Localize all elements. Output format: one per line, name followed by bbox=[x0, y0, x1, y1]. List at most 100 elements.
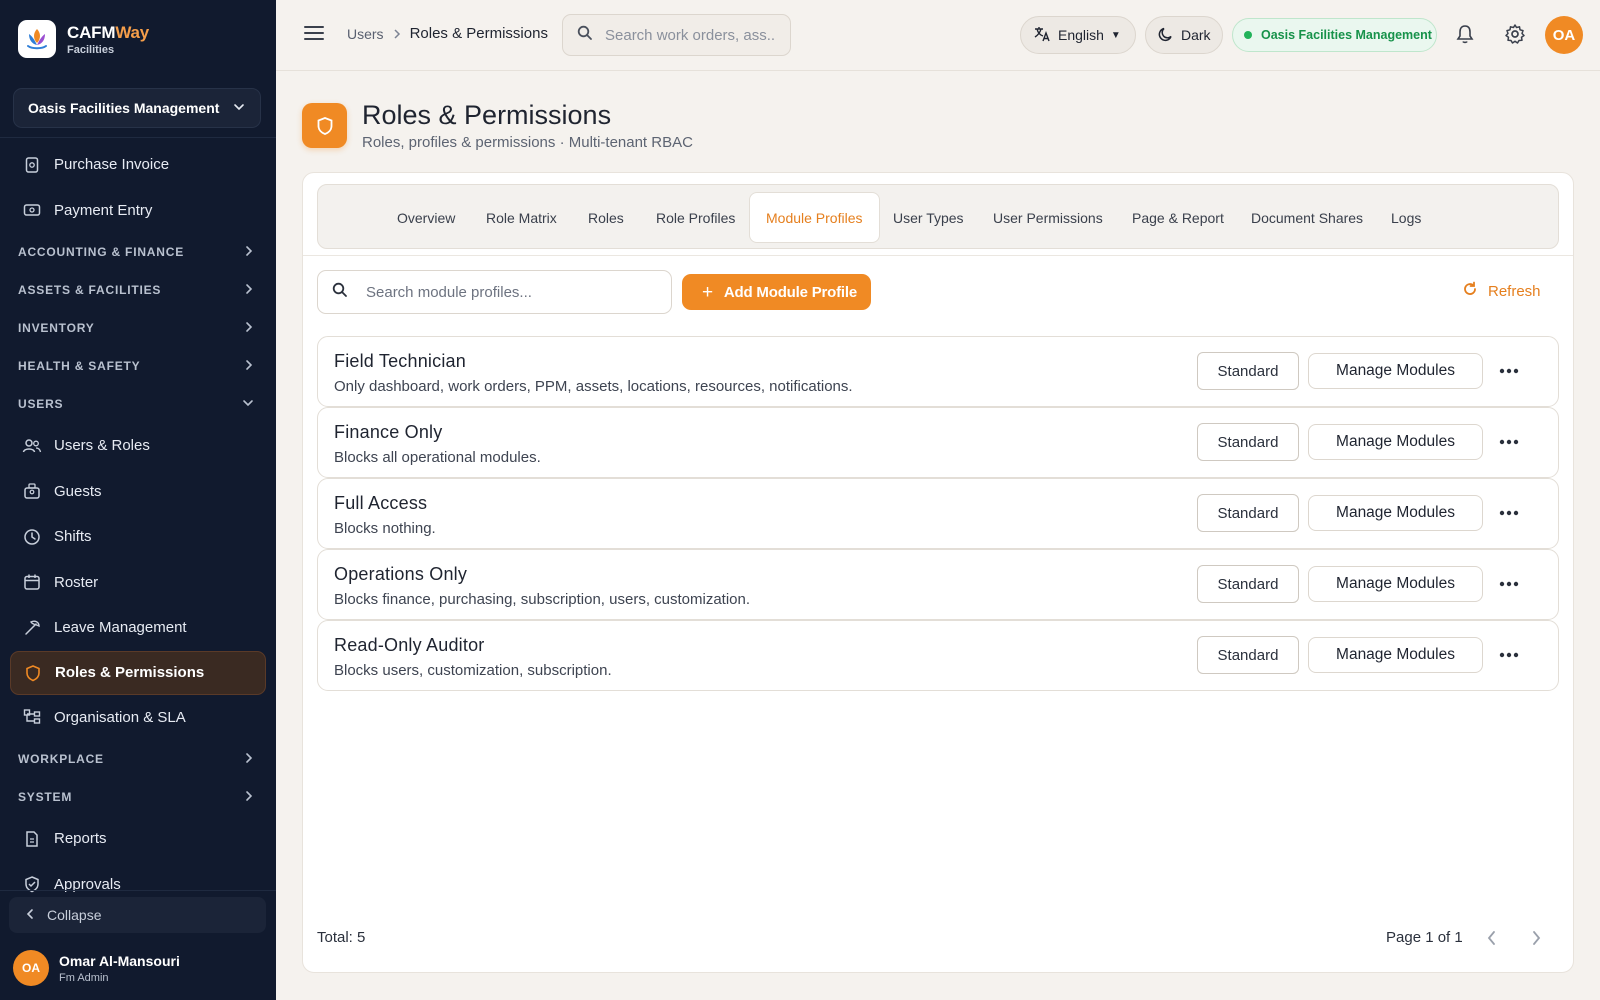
chevron-left-icon[interactable] bbox=[1486, 930, 1498, 951]
chevron-right-icon bbox=[244, 321, 254, 336]
caret-down-icon: ▼ bbox=[1110, 29, 1121, 41]
sidebar-group-label: USERS bbox=[18, 397, 64, 411]
sidebar-item-label: Roster bbox=[54, 573, 99, 591]
add-module-profile-label: Add Module Profile bbox=[723, 283, 857, 301]
brand[interactable]: CAFMWay Facilities bbox=[18, 20, 149, 58]
more-options-icon[interactable] bbox=[1496, 643, 1522, 667]
profile-description: Blocks finance, purchasing, subscription… bbox=[334, 591, 751, 608]
sidebar-group-label: INVENTORY bbox=[18, 321, 95, 335]
search-icon bbox=[332, 282, 348, 303]
org-selector-label: Oasis Facilities Management bbox=[28, 100, 220, 116]
bell-icon[interactable] bbox=[1456, 24, 1474, 49]
list-item[interactable]: Field Technician Only dashboard, work or… bbox=[317, 336, 1559, 407]
sidebar-group-health-safety[interactable]: HEALTH & SAFETY bbox=[0, 347, 276, 385]
user-name: Omar Al-Mansouri bbox=[59, 952, 180, 969]
theme-toggle[interactable]: Dark bbox=[1145, 16, 1223, 54]
tab-overview[interactable]: Overview bbox=[397, 192, 455, 243]
tab-document-shares[interactable]: Document Shares bbox=[1251, 192, 1363, 243]
more-options-icon[interactable] bbox=[1496, 359, 1522, 383]
manage-modules-button[interactable]: Manage Modules bbox=[1308, 566, 1483, 602]
approval-icon bbox=[22, 874, 42, 894]
standard-badge-button[interactable]: Standard bbox=[1197, 494, 1299, 532]
sidebar-item-purchase-invoice[interactable]: Purchase Invoice bbox=[0, 142, 276, 188]
sidebar-item-label: Payment Entry bbox=[54, 201, 153, 219]
list-item[interactable]: Finance Only Blocks all operational modu… bbox=[317, 407, 1559, 478]
tenant-badge[interactable]: Oasis Facilities Management bbox=[1232, 18, 1437, 52]
global-search-input[interactable] bbox=[605, 26, 775, 44]
list-item[interactable]: Operations Only Blocks finance, purchasi… bbox=[317, 549, 1559, 620]
tab-logs[interactable]: Logs bbox=[1391, 192, 1421, 243]
chevron-right-icon bbox=[244, 752, 254, 767]
sidebar-group-users[interactable]: USERS bbox=[0, 385, 276, 423]
menu-icon[interactable] bbox=[304, 24, 324, 47]
org-chart-icon bbox=[22, 707, 42, 727]
tab-page-report[interactable]: Page & Report bbox=[1132, 192, 1224, 243]
sidebar-group-label: ACCOUNTING & FINANCE bbox=[18, 245, 184, 259]
manage-modules-button[interactable]: Manage Modules bbox=[1308, 495, 1483, 531]
chevron-right-icon[interactable] bbox=[1530, 930, 1542, 951]
sidebar-group-inventory[interactable]: INVENTORY bbox=[0, 309, 276, 347]
collapse-button[interactable]: Collapse bbox=[9, 897, 266, 933]
sidebar-group-system[interactable]: SYSTEM bbox=[0, 778, 276, 816]
module-profile-search-input[interactable] bbox=[366, 283, 656, 301]
breadcrumb-link-users[interactable]: Users bbox=[347, 26, 384, 42]
sidebar-item-reports[interactable]: Reports bbox=[0, 816, 276, 862]
manage-modules-button[interactable]: Manage Modules bbox=[1308, 637, 1483, 673]
tab-user-permissions[interactable]: User Permissions bbox=[993, 192, 1103, 243]
sidebar-item-label: Users & Roles bbox=[54, 437, 150, 455]
search-icon bbox=[577, 25, 593, 46]
reports-icon bbox=[22, 829, 42, 849]
avatar: OA bbox=[13, 950, 49, 986]
invoice-icon bbox=[22, 155, 42, 175]
more-options-icon[interactable] bbox=[1496, 430, 1522, 454]
sidebar-group-assets-facilities[interactable]: ASSETS & FACILITIES bbox=[0, 271, 276, 309]
tab-role-matrix[interactable]: Role Matrix bbox=[486, 192, 557, 243]
manage-modules-button[interactable]: Manage Modules bbox=[1308, 424, 1483, 460]
profile-description: Blocks nothing. bbox=[334, 520, 436, 537]
sidebar-nav: Purchase Invoice Payment Entry ACCOUNTIN… bbox=[0, 142, 276, 907]
tenant-label: Oasis Facilities Management bbox=[1261, 28, 1432, 42]
total-count: Total: 5 bbox=[317, 929, 366, 946]
standard-badge-button[interactable]: Standard bbox=[1197, 423, 1299, 461]
org-selector[interactable]: Oasis Facilities Management bbox=[13, 88, 261, 128]
sidebar-item-roster[interactable]: Roster bbox=[0, 560, 276, 606]
leave-icon bbox=[22, 618, 42, 638]
tab-role-profiles[interactable]: Role Profiles bbox=[656, 192, 735, 243]
sidebar-group-accounting-finance[interactable]: ACCOUNTING & FINANCE bbox=[0, 233, 276, 271]
top-bar: Users Roles & Permissions English ▼ Dark… bbox=[276, 0, 1600, 71]
manage-modules-button[interactable]: Manage Modules bbox=[1308, 353, 1483, 389]
tab-roles[interactable]: Roles bbox=[588, 192, 624, 243]
module-profile-search[interactable] bbox=[317, 270, 672, 314]
profile-name: Full Access bbox=[334, 493, 428, 513]
standard-badge-button[interactable]: Standard bbox=[1197, 636, 1299, 674]
sidebar-item-organisation-sla[interactable]: Organisation & SLA bbox=[0, 695, 276, 741]
user-role: Fm Admin bbox=[59, 971, 109, 984]
user-profile[interactable]: OA Omar Al-Mansouri Fm Admin bbox=[13, 950, 180, 986]
more-options-icon[interactable] bbox=[1496, 572, 1522, 596]
sidebar-group-workplace[interactable]: WORKPLACE bbox=[0, 740, 276, 778]
profile-name: Field Technician bbox=[334, 351, 466, 371]
chevron-right-icon bbox=[244, 359, 254, 374]
sidebar-item-leave-management[interactable]: Leave Management bbox=[0, 605, 276, 651]
sidebar-item-payment-entry[interactable]: Payment Entry bbox=[0, 188, 276, 234]
chevron-right-icon bbox=[244, 245, 254, 260]
global-search[interactable] bbox=[562, 14, 791, 56]
standard-badge-button[interactable]: Standard bbox=[1197, 565, 1299, 603]
gear-icon[interactable] bbox=[1504, 23, 1526, 50]
language-selector[interactable]: English ▼ bbox=[1020, 16, 1136, 54]
sidebar-item-roles-permissions[interactable]: Roles & Permissions bbox=[10, 650, 266, 695]
more-options-icon[interactable] bbox=[1496, 501, 1522, 525]
list-item[interactable]: Read-Only Auditor Blocks users, customiz… bbox=[317, 620, 1559, 691]
sidebar-item-guests[interactable]: Guests bbox=[0, 469, 276, 515]
sidebar-item-users-roles[interactable]: Users & Roles bbox=[0, 423, 276, 469]
tab-module-profiles[interactable]: Module Profiles bbox=[749, 192, 880, 243]
avatar[interactable]: OA bbox=[1545, 16, 1583, 54]
brand-logo bbox=[18, 20, 56, 58]
sidebar-item-shifts[interactable]: Shifts bbox=[0, 514, 276, 560]
tab-user-types[interactable]: User Types bbox=[893, 192, 964, 243]
brand-name: CAFMWay bbox=[67, 22, 150, 42]
standard-badge-button[interactable]: Standard bbox=[1197, 352, 1299, 390]
refresh-button[interactable]: Refresh bbox=[1462, 281, 1541, 301]
add-module-profile-button[interactable]: + Add Module Profile bbox=[682, 274, 871, 310]
list-item[interactable]: Full Access Blocks nothing. Standard Man… bbox=[317, 478, 1559, 549]
